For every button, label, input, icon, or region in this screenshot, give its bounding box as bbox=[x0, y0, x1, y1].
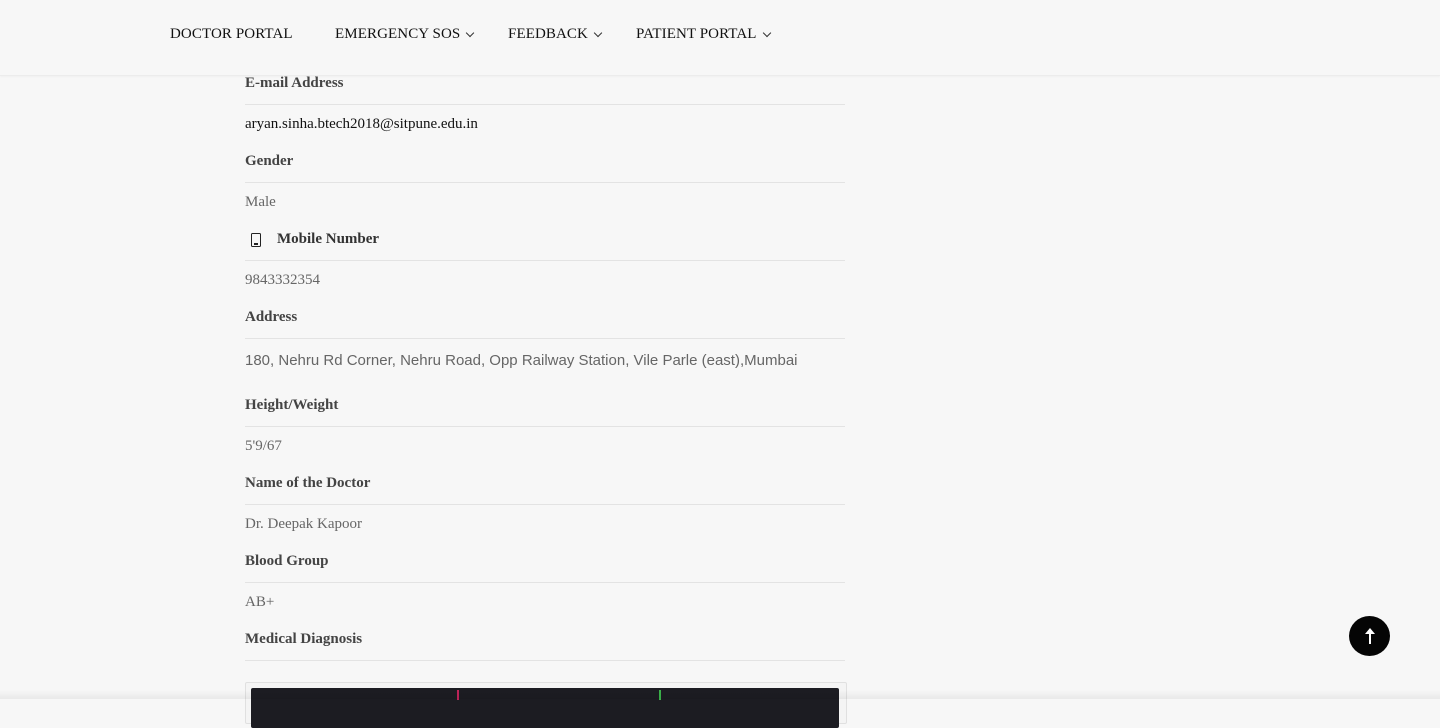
divider bbox=[245, 104, 845, 105]
divider bbox=[245, 182, 845, 183]
gender-value: Male bbox=[245, 194, 276, 210]
email-value: aryan.sinha.btech2018@sitpune.edu.in bbox=[245, 116, 478, 132]
mobile-value: 9843332354 bbox=[245, 272, 320, 288]
arrow-up-icon bbox=[1364, 628, 1376, 644]
divider bbox=[245, 504, 845, 505]
chevron-down-icon bbox=[593, 28, 603, 37]
height-weight-label: Height/Weight bbox=[245, 397, 339, 413]
divider bbox=[245, 426, 845, 427]
blood-group-label: Blood Group bbox=[245, 553, 329, 569]
chevron-down-icon bbox=[466, 28, 475, 37]
scroll-to-top-button[interactable] bbox=[1349, 616, 1390, 656]
mobile-phone-icon bbox=[251, 232, 261, 247]
bottom-shade bbox=[0, 690, 1440, 699]
nav-emergency-sos[interactable]: EMERGENCY SOS bbox=[335, 26, 475, 43]
nav-patient-portal-label: PATIENT PORTAL bbox=[636, 26, 757, 42]
blood-group-value: AB+ bbox=[245, 594, 275, 610]
divider bbox=[245, 660, 845, 661]
divider bbox=[245, 338, 845, 339]
doctor-value: Dr. Deepak Kapoor bbox=[245, 516, 363, 532]
nav-patient-portal[interactable]: PATIENT PORTAL bbox=[636, 26, 771, 43]
height-weight-value: 5'9/67 bbox=[245, 438, 282, 454]
nav-feedback-label: FEEDBACK bbox=[508, 26, 588, 42]
address-value: 180, Nehru Rd Corner, Nehru Road, Opp Ra… bbox=[245, 352, 798, 369]
top-navbar: DOCTOR PORTAL EMERGENCY SOS FEEDBACK PAT… bbox=[0, 0, 1440, 76]
divider bbox=[245, 260, 845, 261]
diagnosis-label: Medical Diagnosis bbox=[245, 631, 363, 647]
address-label: Address bbox=[245, 309, 298, 325]
nav-doctor-portal-label: DOCTOR PORTAL bbox=[170, 26, 293, 42]
mobile-label-row: Mobile Number bbox=[245, 231, 379, 248]
diagnosis-media bbox=[245, 682, 847, 728]
divider bbox=[245, 582, 845, 583]
nav-feedback[interactable]: FEEDBACK bbox=[508, 26, 603, 43]
email-label: E-mail Address bbox=[245, 75, 344, 91]
nav-doctor-portal[interactable]: DOCTOR PORTAL bbox=[170, 26, 293, 43]
gender-label: Gender bbox=[245, 153, 294, 169]
nav-emergency-sos-label: EMERGENCY SOS bbox=[335, 26, 461, 42]
mobile-label: Mobile Number bbox=[277, 231, 380, 247]
chevron-down-icon bbox=[762, 28, 771, 37]
doctor-label: Name of the Doctor bbox=[245, 475, 371, 491]
